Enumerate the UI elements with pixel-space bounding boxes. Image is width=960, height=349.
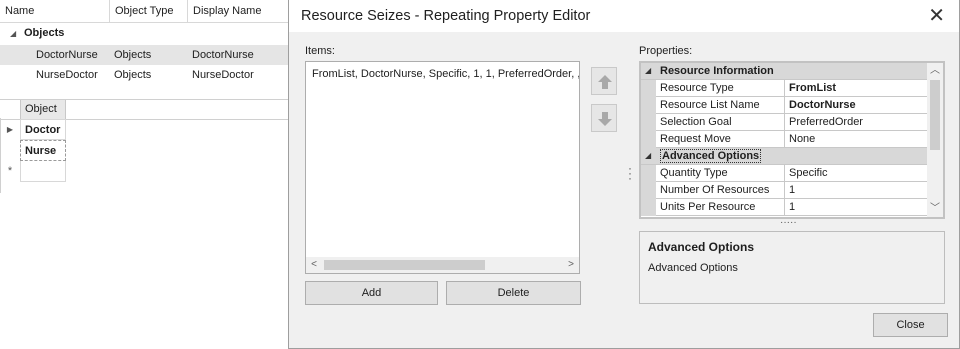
property-row-resource-list-name[interactable]: Resource List Name DoctorNurse (641, 97, 927, 114)
row-gutter (641, 182, 656, 199)
property-value[interactable]: Specific (785, 165, 927, 181)
object-grid-header: Object (0, 99, 290, 120)
vertical-splitter-grip-icon[interactable]: · · · (628, 162, 632, 184)
close-button[interactable]: Close (873, 313, 948, 337)
property-value[interactable]: FromList (785, 80, 927, 96)
row-gutter (641, 97, 656, 114)
grid-header: Name Object Type Display Name (0, 0, 290, 23)
column-header-object[interactable]: Object (20, 100, 66, 119)
row-gutter (641, 199, 656, 216)
row-gutter (641, 114, 656, 131)
property-name: Number Of Resources (656, 182, 785, 198)
category-resource-information[interactable]: ◢ Resource Information (641, 63, 927, 80)
delete-button[interactable]: Delete (446, 281, 581, 305)
column-header-display-name[interactable]: Display Name (188, 0, 290, 22)
scroll-right-icon[interactable]: > (563, 257, 579, 273)
collapse-triangle-icon[interactable]: ◢ (645, 63, 651, 79)
category-label: Advanced Options (656, 148, 856, 164)
items-label: Items: (305, 45, 335, 57)
property-row-selection-goal[interactable]: Selection Goal PreferredOrder (641, 114, 927, 131)
property-row-number-of-resources[interactable]: Number Of Resources 1 (641, 182, 927, 199)
new-row[interactable]: * (0, 161, 70, 182)
row-indicator-icon: ▶ (6, 125, 14, 134)
table-row[interactable]: NurseDoctor Objects NurseDoctor (0, 65, 290, 85)
row-display-name: NurseDoctor (192, 69, 254, 81)
scroll-up-icon[interactable]: ︿ (927, 63, 943, 79)
object-cell[interactable]: Doctor (20, 119, 66, 140)
group-row-objects[interactable]: ◢ Objects (0, 23, 290, 44)
property-name: Selection Goal (656, 114, 785, 130)
row-indicator (0, 140, 20, 161)
property-value[interactable]: 1 (785, 182, 927, 198)
object-cell[interactable]: Nurse (20, 140, 66, 161)
property-row-resource-type[interactable]: Resource Type FromList (641, 80, 927, 97)
property-value[interactable]: DoctorNurse (785, 97, 927, 113)
collapse-triangle-icon[interactable]: ◢ (645, 148, 651, 164)
horizontal-splitter-grip-icon[interactable]: ····· (780, 218, 797, 228)
property-grid[interactable]: ◢ Resource Information Resource Type Fro… (639, 61, 945, 219)
repeating-property-editor-dialog: Resource Seizes - Repeating Property Edi… (288, 0, 960, 349)
arrow-up-icon (598, 75, 612, 89)
property-name: Resource Type (656, 80, 785, 96)
category-label: Resource Information (660, 65, 774, 77)
scroll-down-icon[interactable]: ﹀ (927, 201, 943, 217)
dialog-title: Resource Seizes - Repeating Property Edi… (301, 8, 591, 24)
row-name: DoctorNurse (36, 49, 98, 61)
items-list[interactable]: FromList, DoctorNurse, Specific, 1, 1, P… (305, 61, 580, 274)
scrollbar-thumb[interactable] (930, 80, 940, 150)
property-row-quantity-type[interactable]: Quantity Type Specific (641, 165, 927, 182)
grid-divider (0, 118, 1, 193)
horizontal-scrollbar[interactable]: < > (306, 257, 579, 273)
row-gutter (641, 131, 656, 148)
add-button[interactable]: Add (305, 281, 438, 305)
vertical-scrollbar[interactable]: ︿ ﹀ (927, 63, 943, 217)
list-item[interactable]: FromList, DoctorNurse, Specific, 1, 1, P… (312, 68, 579, 80)
group-label: Objects (24, 27, 65, 39)
description-text: Advanced Options (648, 262, 738, 274)
property-value[interactable]: 1 (785, 199, 927, 215)
title-bar[interactable]: Resource Seizes - Repeating Property Edi… (289, 0, 959, 32)
column-header-name[interactable]: Name (0, 0, 110, 22)
scroll-left-icon[interactable]: < (306, 257, 322, 273)
collapse-triangle-icon[interactable]: ◢ (10, 23, 16, 44)
scrollbar-thumb[interactable] (324, 260, 485, 270)
description-panel: Advanced Options Advanced Options (639, 231, 945, 304)
property-value[interactable]: None (785, 131, 927, 147)
row-object-type: Objects (114, 69, 152, 81)
new-row-asterisk-icon: * (7, 165, 13, 177)
move-up-button[interactable] (591, 67, 617, 95)
row-object-type: Objects (114, 49, 152, 61)
row-name: NurseDoctor (36, 69, 98, 81)
list-item[interactable]: Nurse (0, 140, 70, 161)
arrow-down-icon (598, 112, 612, 126)
property-value[interactable]: PreferredOrder (785, 114, 927, 130)
row-gutter (641, 165, 656, 182)
property-row-request-move[interactable]: Request Move None (641, 131, 927, 148)
close-icon[interactable]: ✕ (928, 4, 945, 28)
objects-grid: Name Object Type Display Name ◢ Objects … (0, 0, 290, 90)
category-label-text: Advanced Options (660, 149, 762, 163)
row-display-name: DoctorNurse (192, 49, 254, 61)
description-title: Advanced Options (648, 240, 755, 254)
object-cell[interactable] (20, 161, 66, 182)
property-name: Request Move (656, 131, 785, 147)
list-item[interactable]: ▶ Doctor (0, 119, 70, 140)
category-advanced-options[interactable]: ◢ Advanced Options (641, 148, 927, 165)
table-row[interactable]: DoctorNurse Objects DoctorNurse (0, 45, 290, 65)
property-name: Units Per Resource (656, 199, 785, 215)
property-row-units-per-resource[interactable]: Units Per Resource 1 (641, 199, 927, 216)
property-name: Quantity Type (656, 165, 785, 181)
column-header-object-type[interactable]: Object Type (110, 0, 188, 22)
property-name: Resource List Name (656, 97, 785, 113)
row-gutter (641, 80, 656, 97)
properties-label: Properties: (639, 45, 693, 57)
move-down-button[interactable] (591, 104, 617, 132)
